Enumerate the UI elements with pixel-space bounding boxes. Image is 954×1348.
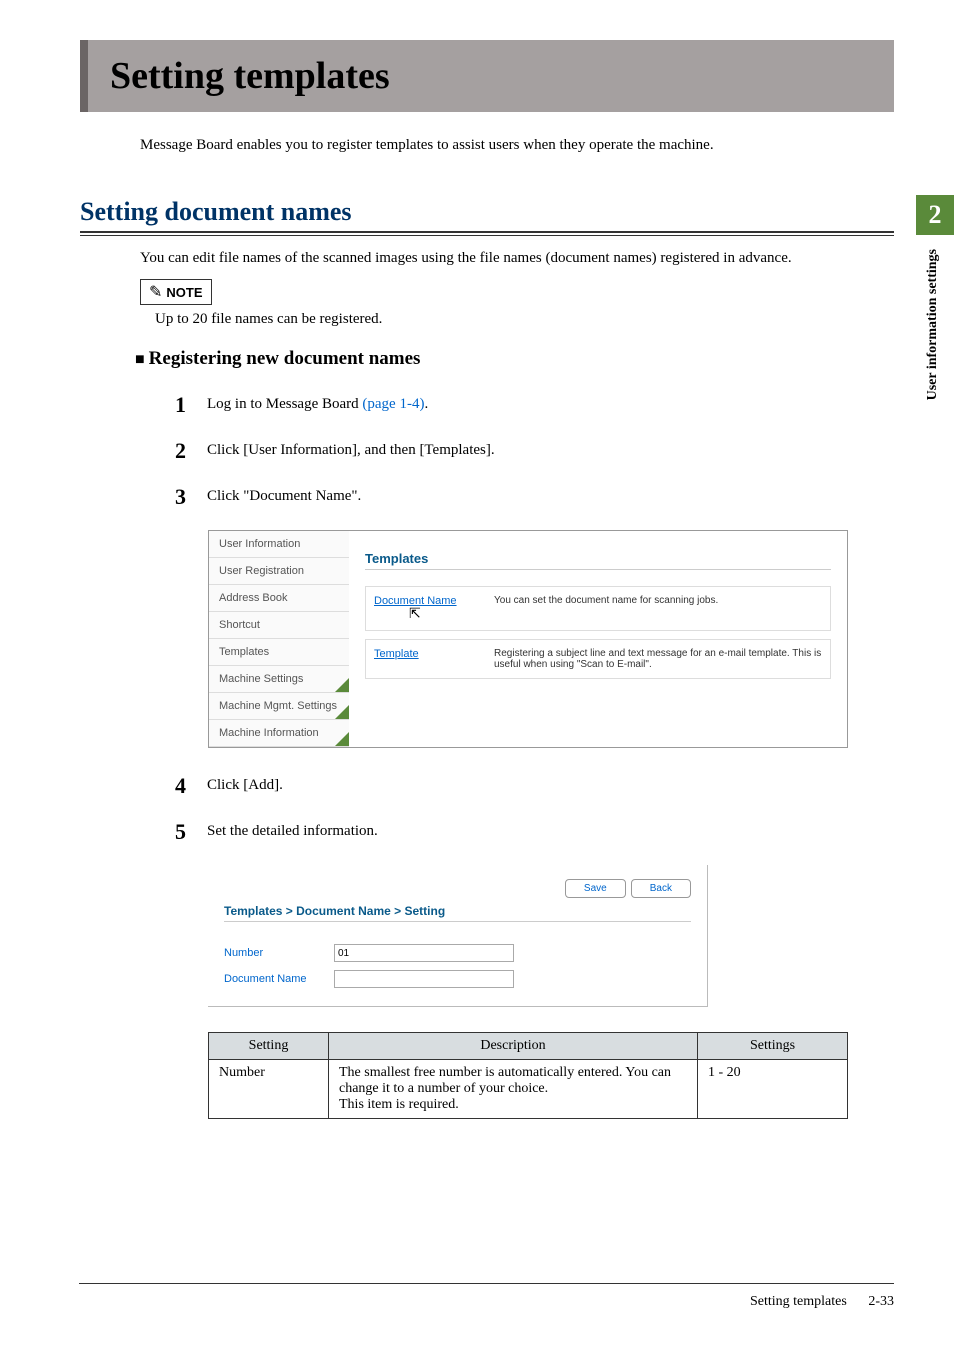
docname-input [334, 970, 514, 988]
sidebar-tab: Templates [209, 639, 349, 666]
number-field: Number [224, 940, 691, 966]
step-text: Set the detailed information. [207, 819, 378, 840]
docname-label: Document Name [224, 973, 334, 985]
back-button: Back [631, 879, 691, 898]
step-3: 3 Click "Document Name". [175, 484, 894, 510]
subsection-heading: ■ Registering new document names [135, 348, 894, 370]
screenshot-templates: User Information User Registration Addre… [208, 530, 848, 748]
note-label: NOTE [166, 285, 202, 300]
section-text: You can edit file names of the scanned i… [140, 247, 894, 270]
step-number: 2 [175, 438, 193, 464]
settings-table: Setting Description Settings Number The … [208, 1032, 848, 1119]
docname-field: Document Name [224, 966, 691, 992]
step-text: Log in to Message Board (page 1-4). [207, 392, 428, 413]
bullet-icon: ■ [135, 351, 145, 368]
th-setting: Setting [209, 1033, 329, 1060]
step-number: 5 [175, 819, 193, 845]
page-link[interactable]: (page 1-4) [362, 396, 424, 412]
screenshot-heading: Templates [365, 551, 831, 570]
th-description: Description [329, 1033, 698, 1060]
step-text: Click [Add]. [207, 773, 283, 794]
side-tab: 2 User information settings [916, 195, 954, 414]
sidebar-tab: Machine Mgmt. Settings [209, 693, 349, 720]
chapter-title: Setting templates [110, 54, 872, 98]
step-number: 1 [175, 392, 193, 418]
sidebar-tab: Machine Settings [209, 666, 349, 693]
sidebar-tab: Address Book [209, 585, 349, 612]
td-description: The smallest free number is automaticall… [329, 1060, 698, 1119]
step-2: 2 Click [User Information], and then [Te… [175, 438, 894, 464]
screenshot-desc: Registering a subject line and text mess… [494, 648, 822, 670]
step-5: 5 Set the detailed information. [175, 819, 894, 845]
screenshot-sidebar: User Information User Registration Addre… [209, 531, 349, 747]
td-range: 1 - 20 [698, 1060, 848, 1119]
note-box: ✎ NOTE [140, 279, 212, 305]
screenshot-buttons: Save Back [224, 879, 691, 898]
footer-page: 2-33 [868, 1294, 894, 1309]
screenshot-setting: Save Back Templates > Document Name > Se… [208, 865, 708, 1007]
chapter-number: 2 [916, 195, 954, 235]
screenshot-main: Templates Document Name ⇱ You can set th… [349, 531, 847, 747]
sidebar-tab: Shortcut [209, 612, 349, 639]
subsection-title: Registering new document names [149, 348, 421, 369]
intro-text: Message Board enables you to register te… [140, 134, 894, 157]
th-settings: Settings [698, 1033, 848, 1060]
sidebar-tab: User Information [209, 531, 349, 558]
step-1: 1 Log in to Message Board (page 1-4). [175, 392, 894, 418]
step-number: 3 [175, 484, 193, 510]
step-4: 4 Click [Add]. [175, 773, 894, 799]
screenshot-desc: You can set the document name for scanni… [494, 595, 822, 606]
cursor-icon: ⇱ [409, 605, 494, 622]
sidebar-tab: User Registration [209, 558, 349, 585]
footer: Setting templates 2-33 [79, 1283, 894, 1310]
save-button: Save [565, 879, 626, 898]
step-text: Click "Document Name". [207, 484, 361, 505]
td-setting: Number [209, 1060, 329, 1119]
section-title: Setting document names [80, 197, 894, 233]
number-input [334, 944, 514, 962]
screenshot-row: Template Registering a subject line and … [365, 639, 831, 679]
screenshot-row: Document Name ⇱ You can set the document… [365, 586, 831, 631]
note-text: Up to 20 file names can be registered. [155, 311, 894, 328]
number-label: Number [224, 947, 334, 959]
step-text: Click [User Information], and then [Temp… [207, 438, 495, 459]
chapter-label: User information settings [916, 235, 950, 414]
sidebar-tab: Machine Information [209, 720, 349, 747]
template-link: Template [374, 648, 494, 660]
breadcrumb-heading: Templates > Document Name > Setting [224, 904, 691, 922]
step-number: 4 [175, 773, 193, 799]
note-icon: ✎ [149, 282, 162, 302]
footer-title: Setting templates [750, 1294, 847, 1309]
